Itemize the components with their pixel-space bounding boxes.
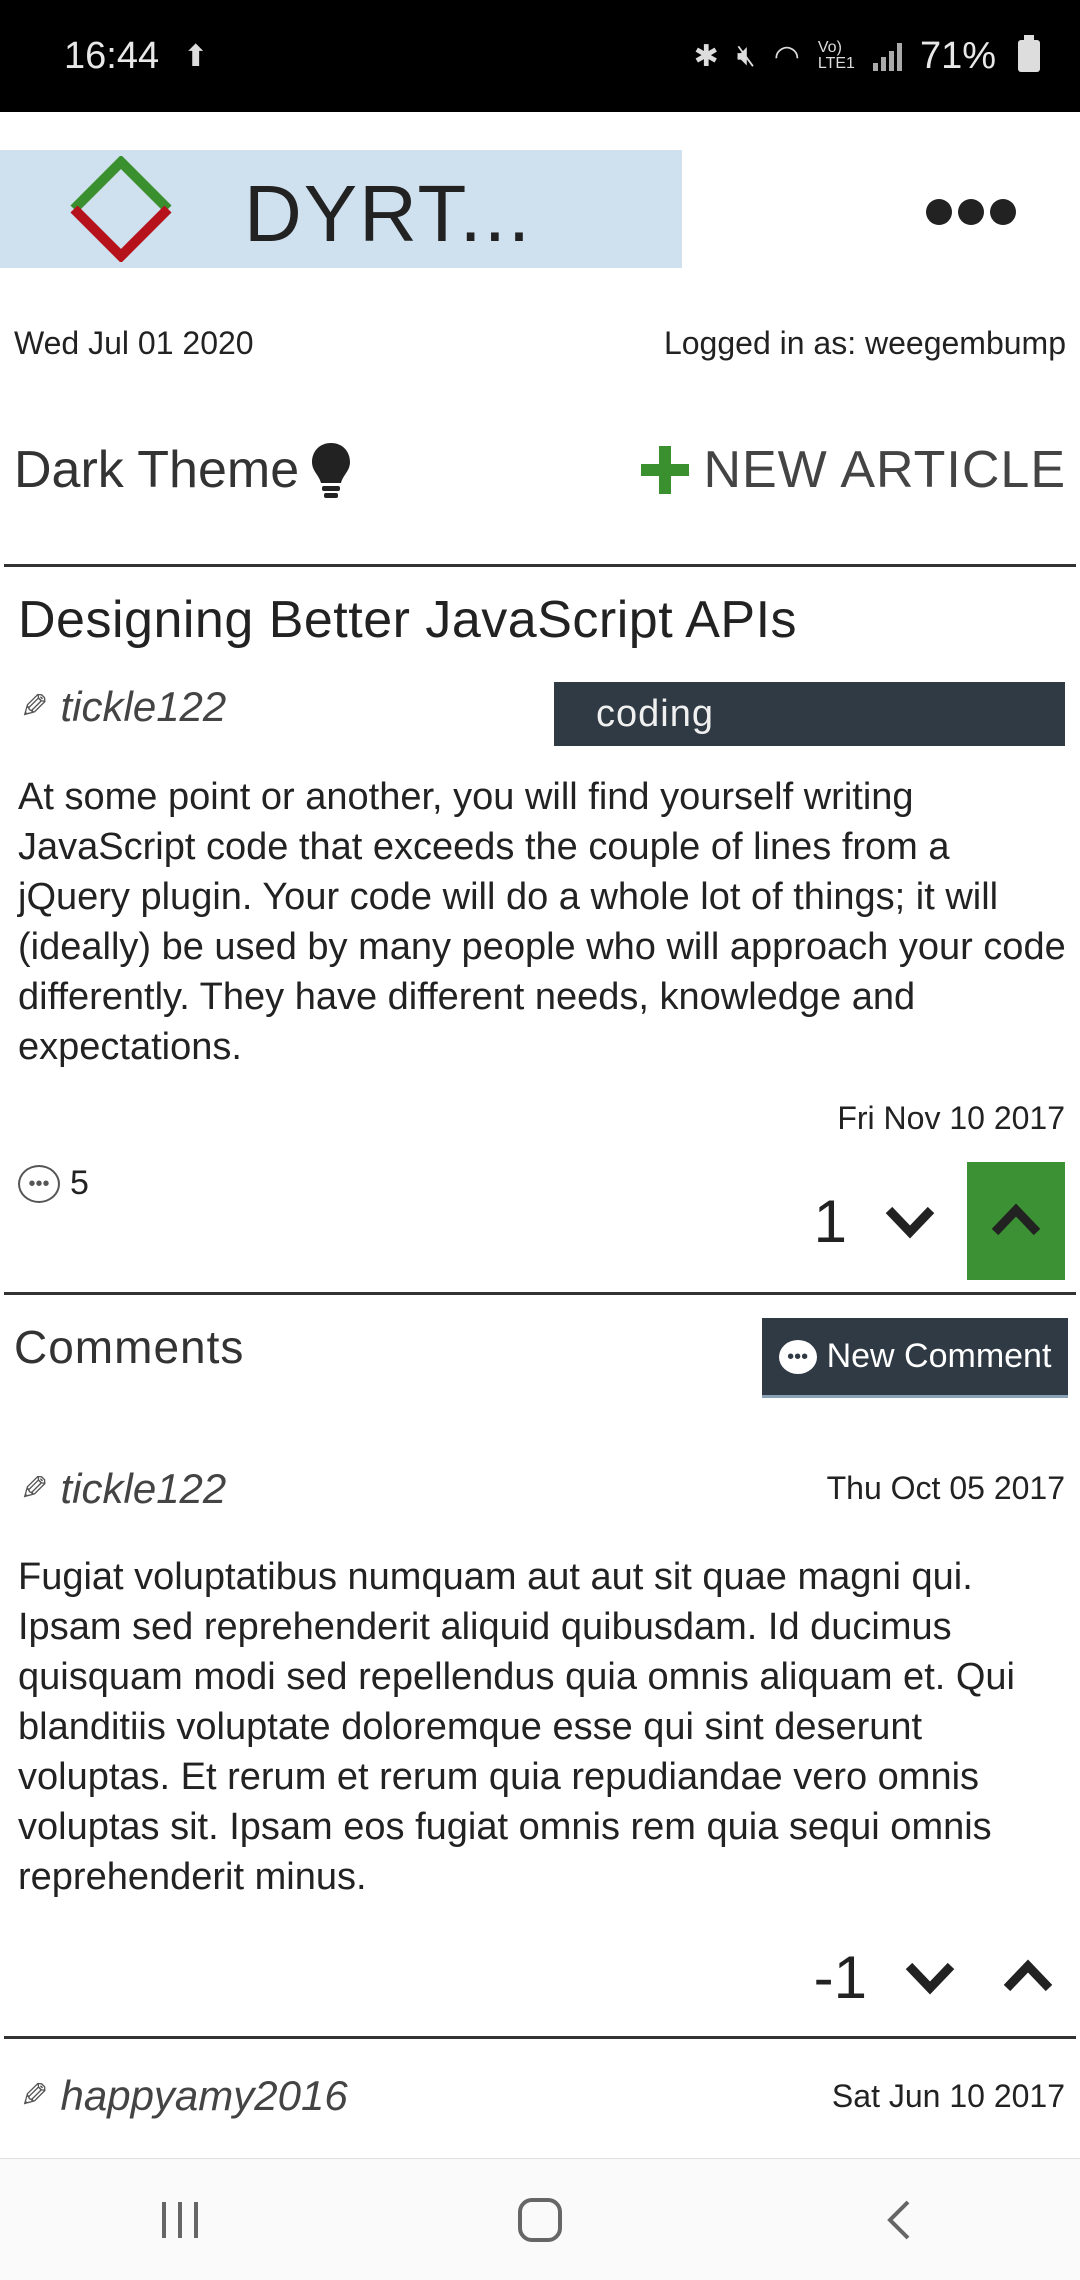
logo-icon bbox=[70, 156, 172, 262]
new-article-label: NEW ARTICLE bbox=[703, 441, 1066, 499]
new-comment-button[interactable]: ••• New Comment bbox=[762, 1318, 1068, 1398]
controls-row: Dark Theme NEW ARTICLE bbox=[14, 430, 1066, 510]
system-nav-bar bbox=[0, 2158, 1080, 2280]
comment-author[interactable]: ✎ tickle122 bbox=[20, 1465, 226, 1513]
back-icon bbox=[887, 2200, 910, 2239]
meta-row: Wed Jul 01 2020 Logged in as: weegembump bbox=[14, 325, 1066, 362]
more-options-icon[interactable] bbox=[926, 182, 1016, 242]
recent-apps-icon bbox=[162, 2201, 198, 2238]
article-author[interactable]: ✎ tickle122 bbox=[20, 683, 226, 731]
battery-percent: 71% bbox=[919, 34, 996, 77]
article-vote-controls: 1 bbox=[814, 1162, 1065, 1280]
comment-vote-count: -1 bbox=[813, 1943, 867, 2011]
new-comment-label: New Comment bbox=[826, 1337, 1052, 1375]
upvote-button[interactable] bbox=[991, 1940, 1065, 2014]
comments-heading: Comments bbox=[14, 1321, 245, 1373]
lightbulb-icon bbox=[312, 443, 351, 498]
article-title[interactable]: Designing Better JavaScript APIs bbox=[18, 590, 797, 650]
divider bbox=[4, 564, 1076, 567]
downvote-button[interactable] bbox=[873, 1184, 947, 1258]
brand-banner[interactable]: DYRT... bbox=[0, 150, 682, 268]
upvote-button[interactable] bbox=[967, 1162, 1065, 1280]
signal-icon bbox=[872, 41, 902, 71]
pencil-icon: ✎ bbox=[20, 2077, 49, 2115]
comment-count-value: 5 bbox=[70, 1164, 89, 1202]
comment-vote-controls: -1 bbox=[814, 1940, 1065, 2014]
dark-theme-label: Dark Theme bbox=[14, 441, 300, 499]
status-bar: 16:44 ⬆ ✱ 🔇︎ ◠ Vo) LTE1 71% bbox=[0, 0, 1080, 112]
mute-icon: 🔇︎ bbox=[736, 39, 756, 72]
comment-date: Sat Jun 10 2017 bbox=[831, 2078, 1065, 2114]
app-bar: DYRT... bbox=[0, 112, 1080, 302]
comment-date: Thu Oct 05 2017 bbox=[826, 1470, 1065, 1506]
comment-author-name: happyamy2016 bbox=[60, 2072, 348, 2119]
dark-theme-toggle[interactable]: Dark Theme bbox=[14, 440, 353, 500]
bluetooth-icon: ✱ bbox=[693, 39, 719, 73]
article-author-name: tickle122 bbox=[60, 683, 227, 730]
logged-in-user: Logged in as: weegembump bbox=[663, 325, 1066, 361]
current-date: Wed Jul 01 2020 bbox=[14, 325, 254, 361]
chevron-down-icon bbox=[885, 1206, 935, 1239]
chevron-down-icon bbox=[905, 1962, 955, 1995]
home-button[interactable] bbox=[480, 2180, 600, 2260]
chat-icon: ••• bbox=[18, 1164, 60, 1203]
back-button[interactable] bbox=[840, 2180, 960, 2260]
comment-count[interactable]: ••• 5 bbox=[18, 1164, 89, 1203]
article-date: Fri Nov 10 2017 bbox=[837, 1100, 1065, 1136]
comment-author-name: tickle122 bbox=[60, 1465, 227, 1512]
divider bbox=[4, 2036, 1076, 2039]
chevron-up-icon bbox=[1003, 1959, 1053, 1992]
article-body: At some point or another, you will find … bbox=[18, 776, 1066, 1068]
status-time: 16:44 bbox=[64, 34, 160, 77]
home-icon bbox=[518, 2197, 562, 2242]
pencil-icon: ✎ bbox=[20, 1470, 49, 1508]
comment-author[interactable]: ✎ happyamy2016 bbox=[20, 2072, 348, 2120]
article-vote-count: 1 bbox=[813, 1187, 847, 1255]
comment-body: Fugiat voluptatibus numquam aut aut sit … bbox=[18, 1556, 1015, 1898]
chat-icon: ••• bbox=[778, 1339, 817, 1374]
chevron-up-icon bbox=[991, 1203, 1041, 1236]
pencil-icon: ✎ bbox=[20, 688, 49, 726]
topic-tag[interactable]: coding bbox=[554, 682, 1065, 746]
app-title: DYRT... bbox=[244, 169, 533, 258]
battery-icon bbox=[1018, 35, 1040, 72]
downvote-button[interactable] bbox=[893, 1940, 967, 2014]
divider bbox=[4, 1292, 1076, 1295]
recent-apps-button[interactable] bbox=[120, 2180, 240, 2260]
upload-icon: ⬆ bbox=[183, 39, 209, 73]
new-article-button[interactable]: NEW ARTICLE bbox=[641, 440, 1066, 500]
wifi-icon: ◠ bbox=[773, 39, 800, 73]
plus-icon bbox=[641, 446, 690, 494]
volte-icon: Vo) LTE1 bbox=[817, 39, 855, 72]
